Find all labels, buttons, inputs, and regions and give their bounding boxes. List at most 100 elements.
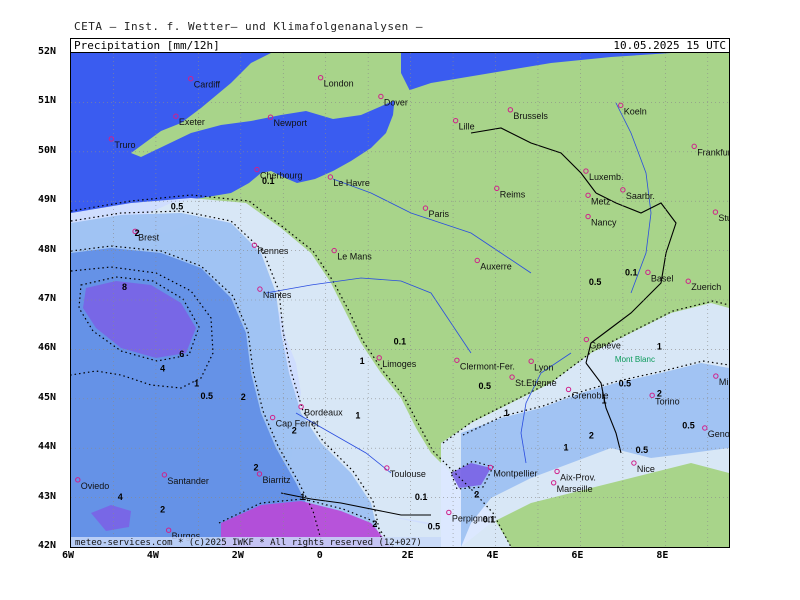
city-label: Montpellier	[493, 468, 537, 478]
contour-label: 0.1	[625, 267, 638, 277]
precipitation-map[interactable]: Cardiff London Dover Exeter Newport Truro Lill…	[70, 52, 730, 548]
mountain-label: Mont Blanc	[615, 355, 655, 364]
city-label: Koeln	[624, 106, 647, 116]
city-label: Nancy	[591, 218, 617, 228]
city-label: Le Mans	[337, 252, 372, 262]
city-label: Exeter	[179, 117, 205, 127]
lon-tick-label: 4E	[486, 550, 499, 561]
city-label: Clermont-Fer.	[460, 361, 515, 371]
contour-label: 2	[474, 490, 479, 500]
lon-tick-label: 0	[316, 550, 323, 561]
city-label: Saarbr.	[626, 191, 655, 201]
city-label: Genova	[708, 429, 729, 439]
city-label: Santander	[167, 476, 209, 486]
contour-label: 1	[360, 356, 365, 366]
city-label: Limoges	[382, 359, 417, 369]
lat-tick-label: 43N	[38, 490, 57, 502]
city-label: Auxerre	[480, 261, 512, 271]
contour-label: 1	[355, 411, 360, 421]
city-label: Oviedo	[81, 481, 110, 491]
city-label: Toulouse	[390, 469, 426, 479]
lat-tick-label: 48N	[38, 243, 57, 255]
lon-tick-label: 2W	[231, 550, 244, 561]
lat-tick-label: 42N	[38, 540, 57, 551]
contour-label: 0.5	[479, 381, 492, 391]
city-label: Geneve	[589, 341, 621, 351]
copyright-text: meteo-services.com * (c)2025 IWKF * All …	[75, 538, 422, 547]
contour-label: 0.1	[262, 176, 275, 186]
city-label: Frankfurt	[697, 147, 729, 157]
map-canvas: Cardiff London Dover Exeter Newport Truro Lill…	[71, 53, 729, 547]
city-label: Biarritz	[262, 475, 291, 485]
city-label: Nantes	[263, 290, 292, 300]
contour-label: 0.5	[636, 445, 649, 455]
city-label: Zuerich	[691, 282, 721, 292]
contour-label: 0.1	[483, 514, 496, 524]
contour-label: 2	[657, 388, 662, 398]
city-label: Aix-Prov.	[560, 472, 596, 482]
contour-label: 4	[118, 492, 123, 502]
city-label: Stuttgart	[718, 213, 729, 223]
city-label: Le Havre	[333, 178, 370, 188]
city-label: Paris	[428, 209, 449, 219]
city-label: Metz	[591, 196, 611, 206]
city-label: Brest	[138, 232, 160, 242]
lon-tick-label: 6E	[571, 550, 584, 561]
lon-tick-label: 8E	[656, 550, 669, 561]
city-label: Brussels	[513, 111, 548, 121]
city-label: Newport	[274, 118, 308, 128]
lat-tick-label: 52N	[38, 46, 57, 57]
city-label: Marseille	[557, 484, 593, 494]
city-label: Bordeaux	[304, 408, 343, 418]
city-label: Milano	[719, 377, 729, 387]
contour-label: 0.5	[171, 202, 184, 212]
contour-label: 4	[160, 364, 165, 374]
lat-tick-label: 50N	[38, 144, 57, 156]
contour-label: 1	[504, 408, 509, 418]
contour-label: 0.5	[619, 378, 632, 388]
contour-label: 0.5	[589, 277, 602, 287]
city-label: Reims	[500, 189, 526, 199]
contour-label: 2	[589, 430, 594, 440]
city-label: Cardiff	[194, 80, 221, 90]
contour-label: 2	[241, 392, 246, 402]
title-bar: Precipitation [mm/12h] 10.05.2025 15 UTC	[70, 38, 730, 53]
contour-label: 1	[194, 378, 199, 388]
contour-label: 2	[292, 425, 297, 435]
valid-datetime: 10.05.2025 15 UTC	[613, 39, 726, 52]
lat-tick-label: 47N	[38, 293, 57, 304]
contour-label: 0.5	[428, 522, 441, 532]
city-label: Dover	[384, 97, 408, 107]
contour-label: 6	[179, 349, 184, 359]
contour-label: 8	[122, 282, 127, 292]
city-label: Lyon	[534, 362, 553, 372]
contour-label: 0.5	[200, 391, 213, 401]
city-label: Basel	[651, 273, 674, 283]
city-label: Lille	[459, 122, 475, 132]
contour-label: 2	[372, 519, 377, 529]
contour-label: 1	[300, 492, 305, 502]
lon-tick-label: 6W	[62, 550, 75, 561]
lat-tick-label: 45N	[38, 391, 57, 403]
lat-tick-label: 46N	[38, 342, 57, 354]
contour-label: 1	[602, 396, 607, 406]
lat-tick-label: 49N	[38, 194, 57, 206]
lat-tick-label: 51N	[38, 95, 57, 107]
source-header: CETA – Inst. f. Wetter– und Klimafolgena…	[74, 20, 424, 33]
city-label: Cap Ferret	[276, 419, 320, 429]
contour-label: 0.1	[415, 492, 428, 502]
parameter-title: Precipitation [mm/12h]	[74, 39, 220, 52]
city-label: Luxemb.	[589, 172, 624, 182]
contour-label: 1	[563, 443, 568, 453]
contour-label: 1	[657, 341, 662, 351]
city-label: Truro	[114, 140, 135, 150]
lat-tick-label: 44N	[38, 441, 57, 453]
city-label: St.Etienne	[515, 378, 557, 388]
city-label: Nice	[637, 464, 655, 474]
contour-label: 0.5	[682, 420, 695, 430]
contour-label: 2	[254, 462, 259, 472]
lon-tick-label: 4W	[146, 550, 159, 561]
contour-label: 0.1	[394, 336, 407, 346]
lon-tick-label: 2E	[401, 550, 414, 561]
city-label: London	[324, 79, 354, 89]
